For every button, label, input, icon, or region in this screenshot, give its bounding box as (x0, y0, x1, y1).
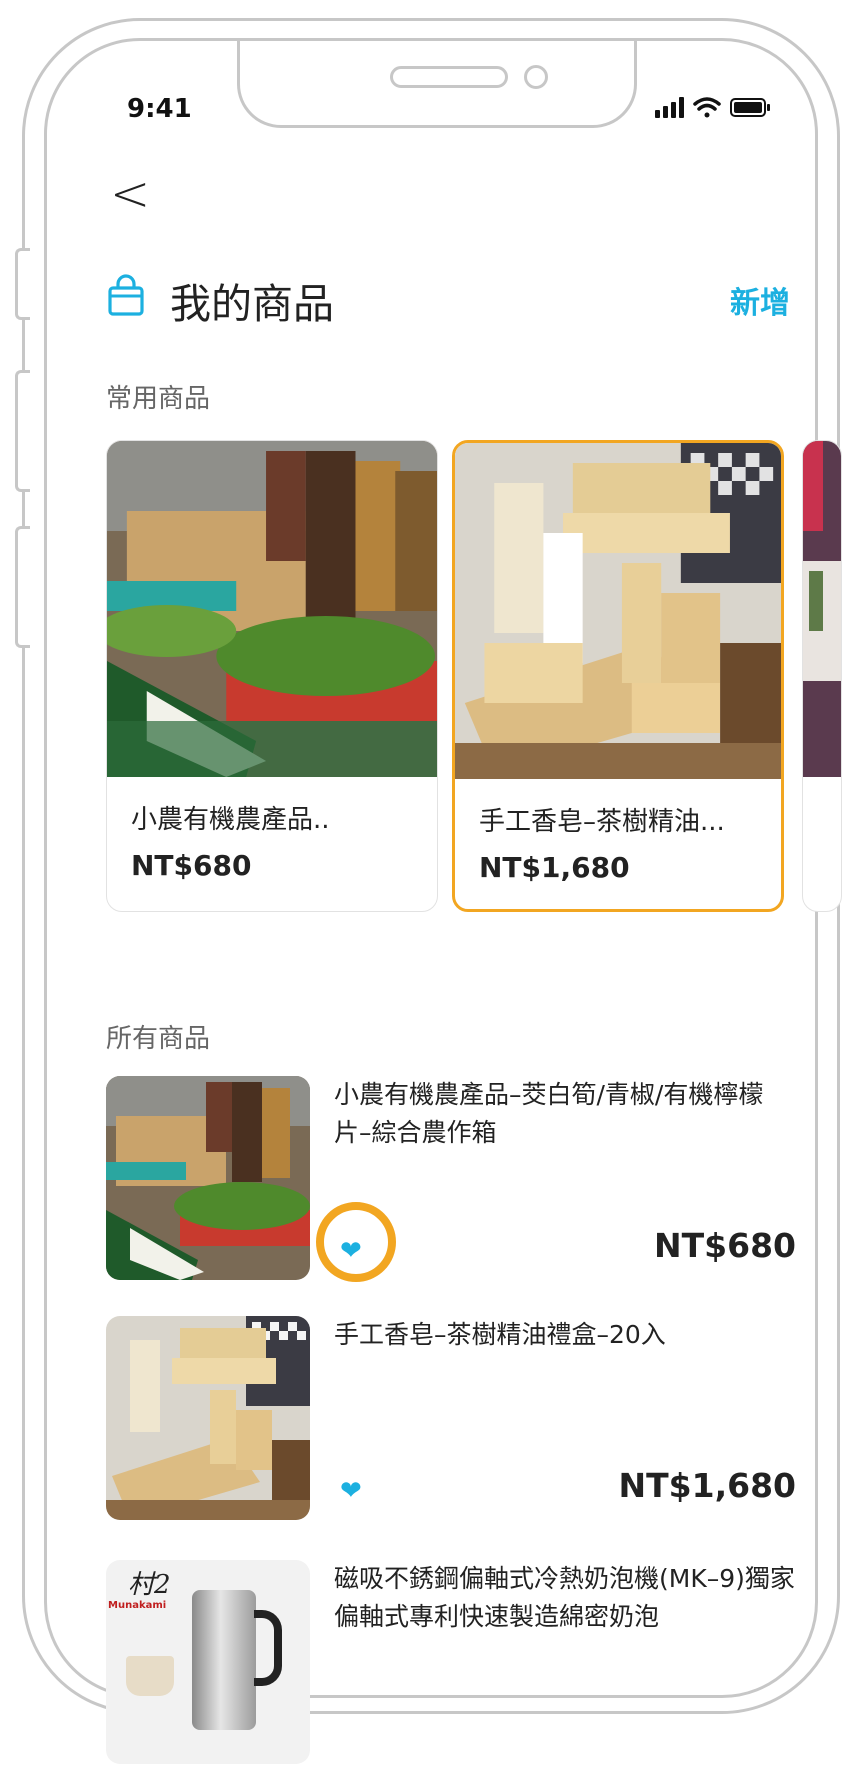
frequent-product-card-selected[interactable]: 手工香皂–茶樹精油... NT$1,680 (452, 440, 784, 912)
status-time: 9:41 (127, 94, 192, 124)
product-image-partial (803, 441, 841, 777)
frother-handle (254, 1610, 282, 1686)
page-title: 我的商品 (170, 280, 334, 328)
product-list-item[interactable]: 小農有機農產品–茭白筍/青椒/有機檸檬片–綜合農作箱 ❤ NT$680 (106, 1076, 796, 1282)
speaker (390, 66, 508, 88)
card-product-price: NT$1,680 (479, 851, 630, 884)
signal-icon (655, 97, 684, 118)
product-price: NT$1,680 (618, 1466, 796, 1505)
product-image-soap (455, 443, 781, 779)
product-price: NT$680 (654, 1226, 796, 1265)
add-product-button[interactable]: 新增 (730, 278, 790, 322)
frequent-product-card[interactable]: 小農有機農產品.. NT$680 (106, 440, 438, 912)
page-header: 我的商品 新增 (106, 270, 790, 330)
back-button[interactable]: < (110, 170, 150, 218)
cup (126, 1656, 174, 1696)
highlight-ring (316, 1202, 396, 1282)
frother-body (192, 1590, 256, 1730)
phone-side-button (15, 370, 30, 492)
favorite-heart-icon[interactable]: ❤ (340, 1478, 362, 1504)
frequent-product-card-peek[interactable] (802, 440, 842, 912)
product-name: 小農有機農產品–茭白筍/青椒/有機檸檬片–綜合農作箱 (334, 1080, 764, 1147)
product-name: 磁吸不銹鋼偏軸式冷熱奶泡機(MK–9)獨家偏軸式專利快速製造綿密奶泡 (334, 1564, 795, 1631)
product-thumbnail-soap (106, 1316, 310, 1520)
all-section-label: 所有商品 (106, 1024, 211, 1054)
product-image-produce (107, 441, 437, 777)
status-icons (655, 97, 770, 118)
thumbnail-brand-logo: Munakami (108, 1600, 167, 1611)
product-list-item[interactable]: 村2 Munakami 磁吸不銹鋼偏軸式冷熱奶泡機(MK–9)獨家偏軸式專利快速… (106, 1560, 796, 1766)
product-thumbnail-frother: 村2 Munakami (106, 1560, 310, 1764)
card-product-name: 小農有機農產品.. (131, 805, 330, 835)
wifi-icon (693, 97, 721, 118)
phone-side-button (15, 248, 30, 320)
product-thumbnail-produce (106, 1076, 310, 1280)
shopping-bag-icon (108, 274, 144, 316)
battery-icon (730, 98, 770, 117)
camera (524, 65, 548, 89)
product-name: 手工香皂–茶樹精油禮盒–20入 (334, 1320, 666, 1349)
phone-side-button (15, 526, 30, 648)
frequent-section-label: 常用商品 (106, 384, 211, 414)
card-product-price: NT$680 (131, 849, 252, 882)
thumbnail-brand-mark: 村2 (128, 1570, 171, 1600)
product-list-item[interactable]: 手工香皂–茶樹精油禮盒–20入 ❤ NT$1,680 (106, 1316, 796, 1522)
card-product-name: 手工香皂–茶樹精油... (479, 807, 725, 837)
